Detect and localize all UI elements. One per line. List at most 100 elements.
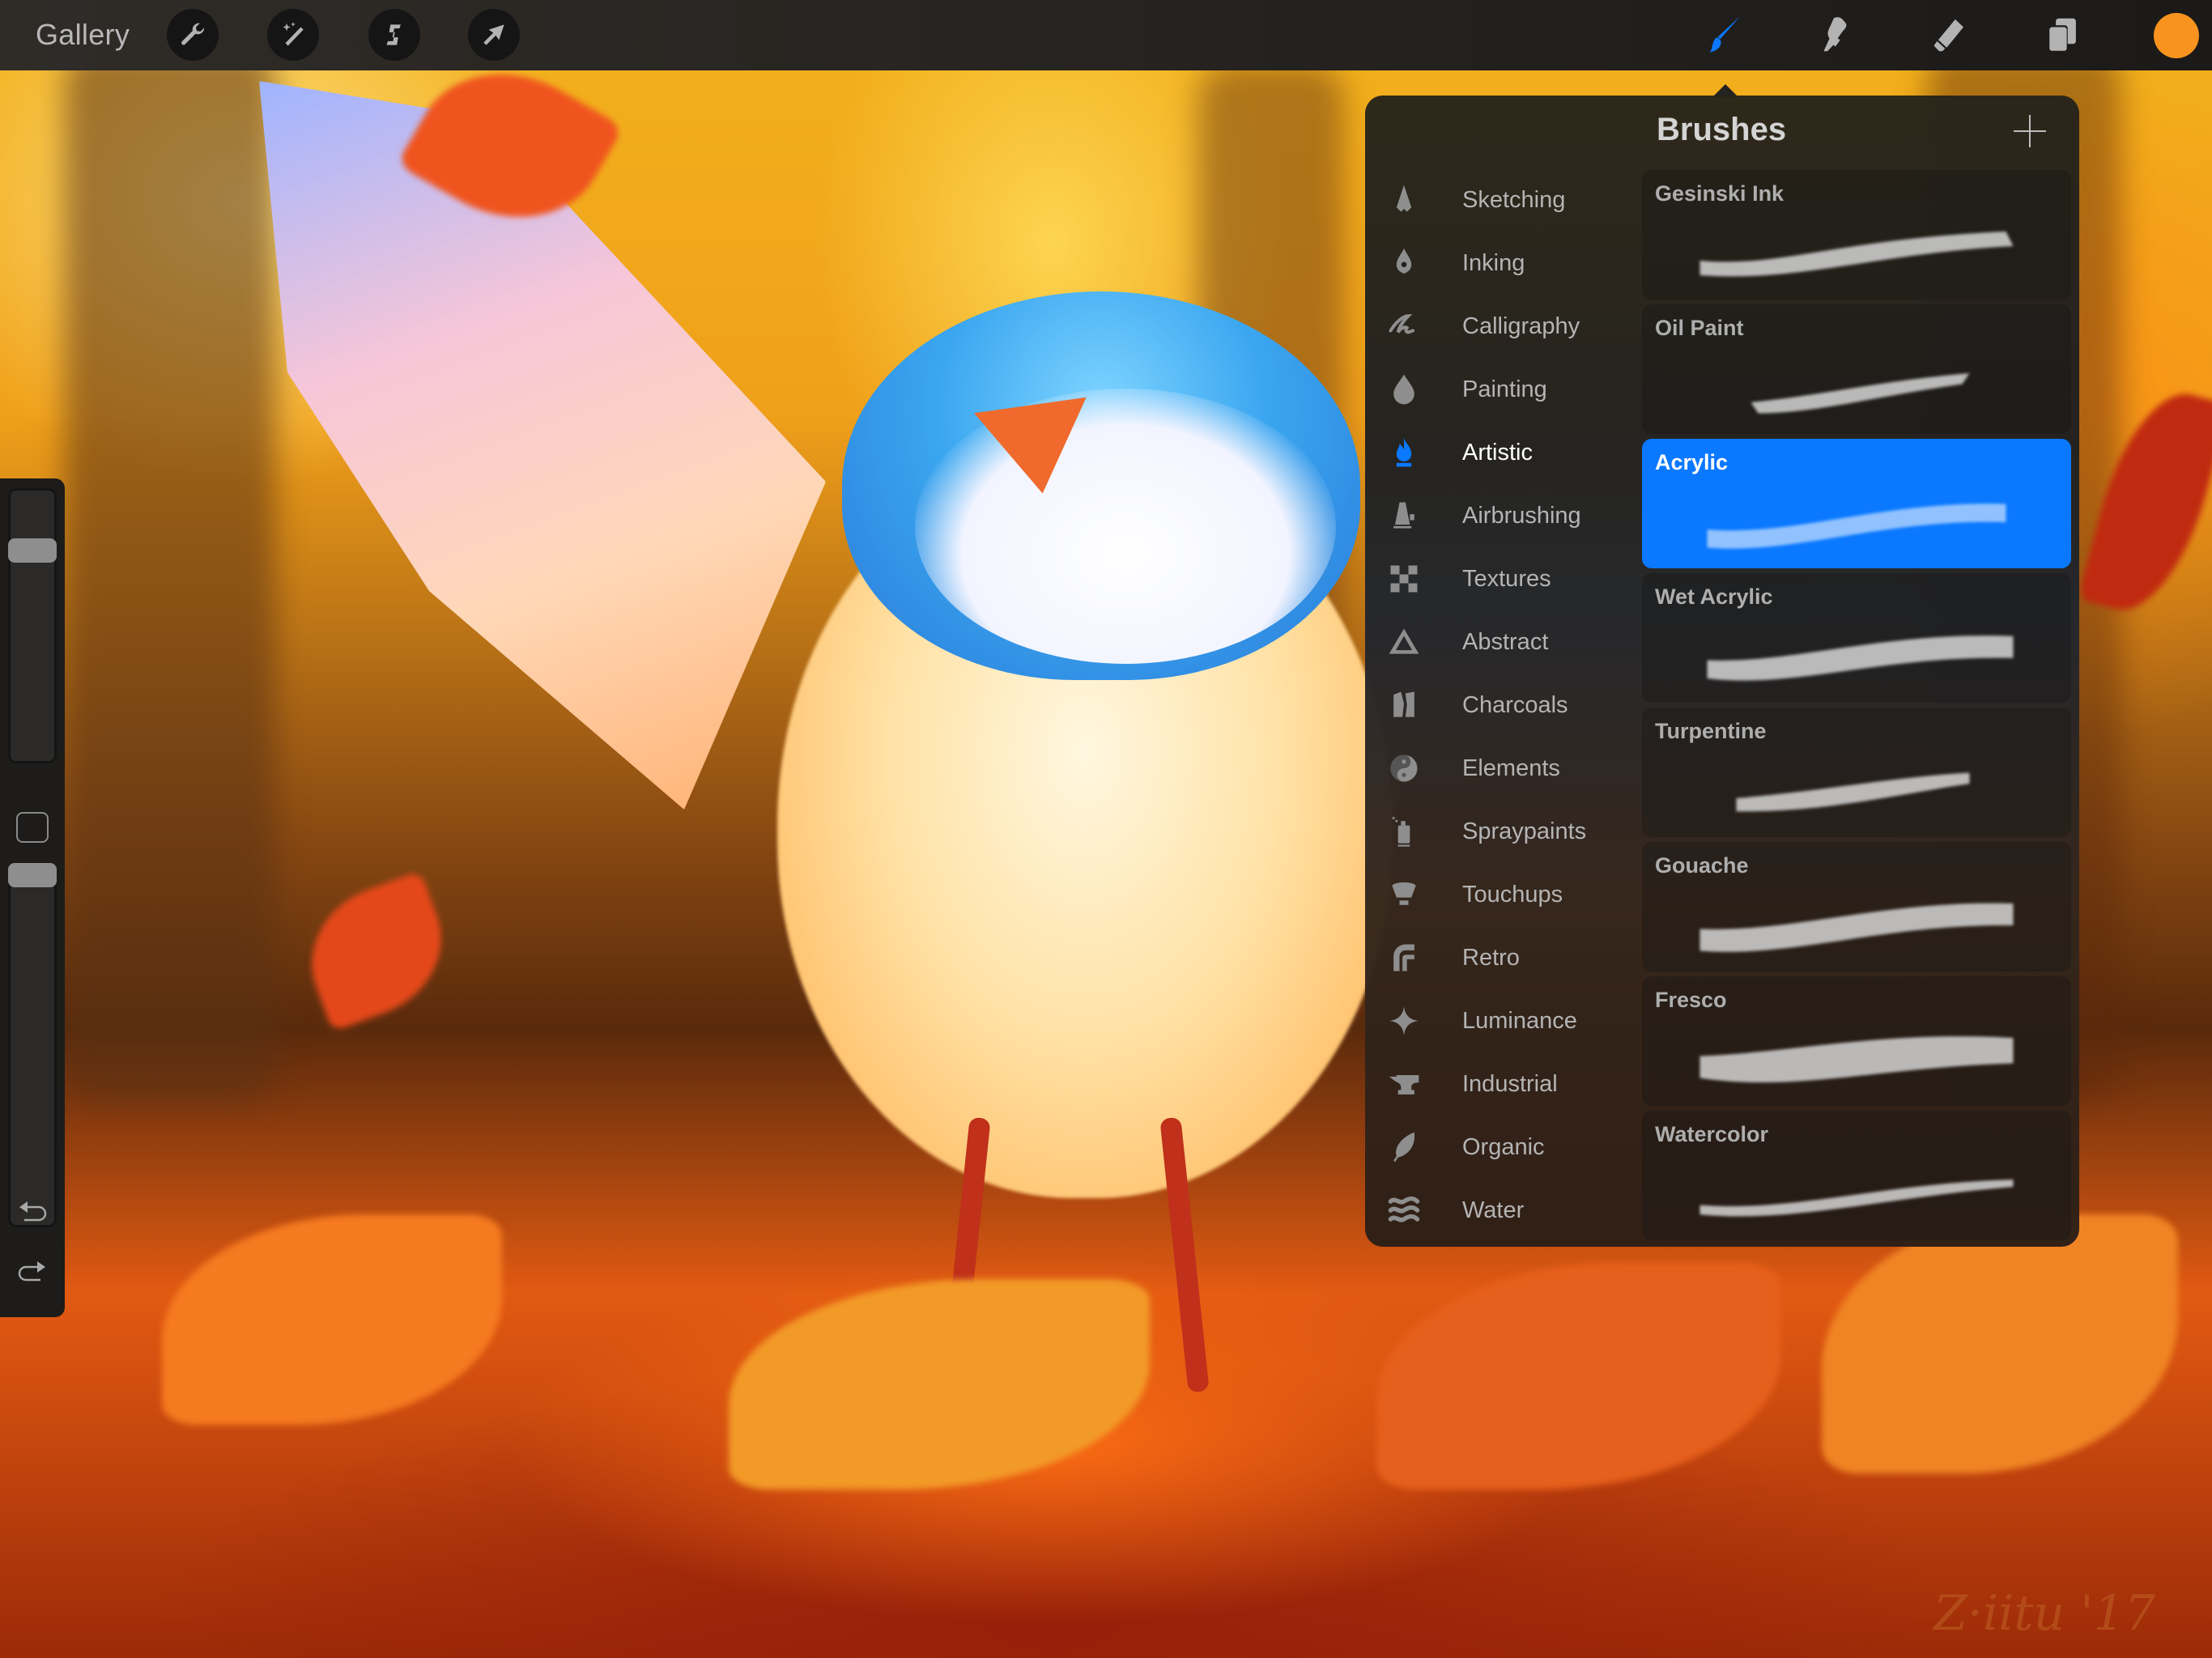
adjustments-button[interactable] bbox=[267, 9, 319, 61]
ground-leaf bbox=[729, 1279, 1150, 1490]
panel-title: Brushes bbox=[1657, 112, 1787, 147]
brush-set-airbrushing[interactable]: Airbrushing bbox=[1365, 484, 1640, 547]
brush-set-calligraphy[interactable]: Calligraphy bbox=[1365, 295, 1640, 358]
brush-size-slider-thumb[interactable] bbox=[8, 538, 57, 563]
brush-tool-button[interactable] bbox=[1697, 10, 1747, 60]
arrow-cursor-icon bbox=[483, 24, 504, 45]
brush-stroke-preview bbox=[1699, 232, 2014, 277]
brush-library-panel: Brushes Sketching Inking Calligraphy Painti… bbox=[1365, 96, 2079, 1247]
triangle-icon bbox=[1386, 624, 1422, 660]
brush-set-label: Water bbox=[1462, 1197, 1525, 1223]
brush-name: Oil Paint bbox=[1655, 316, 1744, 340]
opacity-slider-thumb[interactable] bbox=[8, 863, 57, 887]
wrench-icon bbox=[181, 23, 205, 45]
brush-list: Gesinski Ink Oil Paint Acrylic Wet Acrylic T… bbox=[1642, 170, 2071, 1245]
brush-set-label: Painting bbox=[1462, 376, 1547, 402]
brush-set-label: Organic bbox=[1462, 1133, 1545, 1160]
brush-set-inking[interactable]: Inking bbox=[1365, 232, 1640, 295]
magic-wand-icon bbox=[283, 22, 304, 46]
gallery-button[interactable]: Gallery bbox=[36, 18, 130, 52]
charcoal-icon bbox=[1386, 687, 1422, 723]
flame-icon bbox=[1386, 435, 1422, 470]
brush-set-industrial[interactable]: Industrial bbox=[1365, 1052, 1640, 1116]
spray-can-icon bbox=[1386, 814, 1422, 849]
undo-icon bbox=[19, 1201, 47, 1222]
pen-nib-icon bbox=[1386, 245, 1422, 281]
add-brush-set-button[interactable] bbox=[2012, 113, 2048, 149]
background-tree bbox=[65, 49, 275, 1101]
brush-stroke-preview bbox=[1707, 504, 2006, 549]
smudge-tool-button[interactable] bbox=[1810, 10, 1861, 60]
redo-button[interactable] bbox=[15, 1256, 50, 1288]
brush-set-label: Luminance bbox=[1462, 1007, 1577, 1034]
brush-card-oil-paint[interactable]: Oil Paint bbox=[1642, 304, 2071, 434]
pencil-tip-icon bbox=[1386, 182, 1422, 218]
brush-name: Wet Acrylic bbox=[1655, 585, 1773, 609]
eraser-icon bbox=[1933, 19, 1963, 52]
brush-stroke-preview bbox=[1736, 772, 1970, 812]
brush-name: Watercolor bbox=[1655, 1122, 1769, 1146]
checkerboard-icon bbox=[1386, 561, 1422, 597]
brush-set-label: Retro bbox=[1462, 944, 1520, 971]
brush-name: Gesinski Ink bbox=[1655, 181, 1784, 206]
brush-set-label: Industrial bbox=[1462, 1070, 1558, 1097]
brush-set-touchups[interactable]: Touchups bbox=[1365, 863, 1640, 926]
brush-set-elements[interactable]: Elements bbox=[1365, 737, 1640, 800]
brush-card-gouache[interactable]: Gouache bbox=[1642, 842, 2071, 971]
brush-set-sketching[interactable]: Sketching bbox=[1365, 168, 1640, 232]
makeup-brush-icon bbox=[1386, 877, 1422, 912]
brush-set-retro[interactable]: Retro bbox=[1365, 926, 1640, 989]
brush-set-label: Elements bbox=[1462, 755, 1560, 781]
falling-leaf bbox=[291, 870, 462, 1032]
undo-button[interactable] bbox=[15, 1199, 50, 1231]
left-sidebar bbox=[0, 478, 65, 1317]
layers-button[interactable] bbox=[2037, 10, 2087, 60]
redo-icon bbox=[18, 1261, 45, 1282]
brush-set-painting[interactable]: Painting bbox=[1365, 358, 1640, 421]
brush-stroke-preview bbox=[1707, 636, 2014, 681]
brush-set-label: Calligraphy bbox=[1462, 312, 1580, 339]
airbrush-icon bbox=[1386, 498, 1422, 534]
brush-set-organic[interactable]: Organic bbox=[1365, 1116, 1640, 1179]
brush-set-label: Abstract bbox=[1462, 628, 1549, 655]
brush-set-label: Artistic bbox=[1462, 439, 1533, 466]
layers-icon bbox=[2048, 18, 2076, 52]
brush-set-label: Airbrushing bbox=[1462, 502, 1581, 529]
brush-set-label: Touchups bbox=[1462, 881, 1563, 908]
brush-card-watercolor[interactable]: Watercolor bbox=[1642, 1111, 2071, 1240]
top-toolbar: Gallery bbox=[0, 0, 2212, 70]
modify-button[interactable] bbox=[16, 812, 49, 843]
selection-button[interactable] bbox=[368, 9, 420, 61]
brush-set-label: Spraypaints bbox=[1462, 818, 1587, 844]
eraser-tool-button[interactable] bbox=[1924, 10, 1974, 60]
transform-button[interactable] bbox=[468, 9, 520, 61]
brush-set-luminance[interactable]: Luminance bbox=[1365, 989, 1640, 1052]
brush-set-spraypaints[interactable]: Spraypaints bbox=[1365, 800, 1640, 863]
brush-size-slider[interactable] bbox=[8, 488, 57, 763]
color-picker-button[interactable] bbox=[2154, 13, 2199, 58]
ground-leaf bbox=[162, 1214, 502, 1425]
brush-card-wet-acrylic[interactable]: Wet Acrylic bbox=[1642, 573, 2071, 703]
brush-set-artistic[interactable]: Artistic bbox=[1365, 421, 1640, 484]
calligraphy-stroke-icon bbox=[1386, 308, 1422, 344]
brush-set-water[interactable]: Water bbox=[1365, 1179, 1640, 1242]
brush-stroke-preview bbox=[1699, 1180, 2014, 1217]
brush-set-abstract[interactable]: Abstract bbox=[1365, 610, 1640, 674]
actions-button[interactable] bbox=[167, 9, 219, 61]
brush-card-acrylic[interactable]: Acrylic bbox=[1642, 439, 2071, 568]
brush-set-label: Textures bbox=[1462, 565, 1551, 592]
brush-set-label: Inking bbox=[1462, 249, 1525, 276]
brush-name: Acrylic bbox=[1655, 450, 1729, 474]
waves-icon bbox=[1386, 1192, 1422, 1228]
brush-card-fresco[interactable]: Fresco bbox=[1642, 976, 2071, 1106]
brush-name: Gouache bbox=[1655, 853, 1749, 878]
brush-set-textures[interactable]: Textures bbox=[1365, 547, 1640, 610]
brush-card-gesinski-ink[interactable]: Gesinski Ink bbox=[1642, 170, 2071, 300]
brush-stroke-preview bbox=[1699, 1036, 2014, 1083]
opacity-slider[interactable] bbox=[8, 863, 57, 1227]
brush-set-charcoals[interactable]: Charcoals bbox=[1365, 674, 1640, 737]
brush-card-turpentine[interactable]: Turpentine bbox=[1642, 708, 2071, 837]
paintbrush-icon bbox=[1709, 16, 1741, 53]
smudge-finger-icon bbox=[1823, 17, 1847, 52]
brush-stroke-preview bbox=[1699, 903, 2014, 952]
